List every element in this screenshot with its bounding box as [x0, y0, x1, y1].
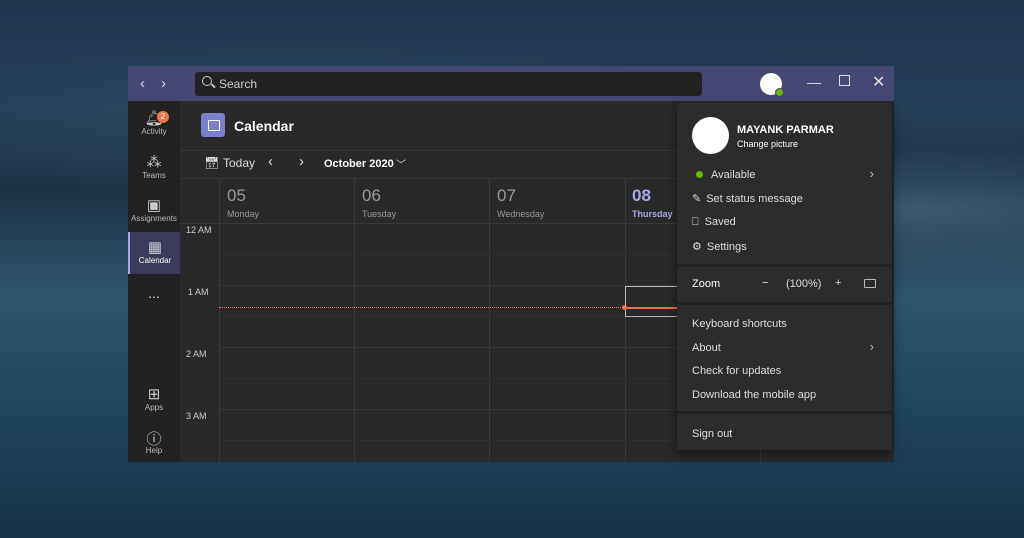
- minimize-button[interactable]: —: [807, 74, 821, 90]
- keyboard-shortcuts-item[interactable]: Keyboard shortcuts: [692, 318, 787, 330]
- zoom-out-button[interactable]: −: [762, 277, 768, 289]
- forward-button[interactable]: ›: [161, 75, 166, 92]
- column-divider: [354, 178, 355, 462]
- menu-label: Set status message: [706, 193, 803, 205]
- set-status-message-item[interactable]: ✎ Set status message: [692, 192, 803, 205]
- status-label: Available: [711, 169, 756, 181]
- divider: [677, 411, 892, 414]
- previous-week-button[interactable]: ‹: [268, 153, 273, 170]
- calendar-icon: ▦: [147, 239, 163, 256]
- sidebar-label: Apps: [144, 403, 164, 412]
- zoom-in-button[interactable]: +: [835, 277, 841, 289]
- teams-icon: ⁂: [146, 154, 162, 171]
- profile-name: MAYANK PARMAR: [737, 124, 834, 136]
- avatar[interactable]: [760, 73, 784, 97]
- day-name: Tuesday: [362, 209, 397, 219]
- profile-picture[interactable]: [692, 117, 729, 154]
- more-apps-button[interactable]: ...: [128, 285, 180, 301]
- divider: [677, 264, 892, 267]
- fullscreen-icon[interactable]: [864, 279, 876, 288]
- backpack-icon: ▣: [146, 197, 162, 214]
- sidebar-item-teams[interactable]: ⁂ Teams: [128, 153, 180, 180]
- bell-icon: 🔔︎: [144, 110, 164, 127]
- bookmark-icon: ⎕: [692, 216, 699, 228]
- chevron-right-icon: ›: [869, 166, 874, 181]
- sidebar-item-assignments[interactable]: ▣ Assignments: [128, 196, 180, 223]
- next-week-button[interactable]: ›: [299, 153, 304, 170]
- saved-item[interactable]: ⎕ Saved: [692, 216, 736, 229]
- sidebar-item-help[interactable]: ⓘ Help: [128, 428, 180, 455]
- title-bar: ‹ › Search — ✕: [128, 66, 894, 101]
- status-item[interactable]: Available: [692, 169, 755, 181]
- help-icon: ⓘ: [146, 431, 162, 448]
- zoom-label: Zoom: [692, 278, 721, 290]
- edit-icon: ✎: [692, 193, 702, 205]
- check-updates-item[interactable]: Check for updates: [692, 365, 781, 377]
- day-name: Wednesday: [497, 209, 545, 219]
- hour-label: 2 AM: [186, 349, 207, 359]
- menu-label: Settings: [706, 241, 747, 253]
- search-icon: [202, 76, 212, 86]
- divider: [677, 302, 892, 305]
- app-bar: 🔔︎ 2 Activity ⁂ Teams ▣ Assignments ▦ Calenda…: [128, 101, 180, 462]
- sidebar-item-calendar[interactable]: ▦ Calendar: [128, 232, 180, 274]
- sidebar-item-apps[interactable]: ⊞ Apps: [128, 385, 180, 412]
- maximize-button[interactable]: [839, 75, 850, 86]
- hour-label: 12 AM: [186, 225, 212, 235]
- profile-menu: MAYANK PARMAR Change picture Available ›…: [677, 103, 892, 450]
- activity-badge: 2: [157, 111, 169, 123]
- status-available-icon: [775, 88, 784, 97]
- sidebar-item-activity[interactable]: 🔔︎ 2 Activity: [128, 109, 180, 136]
- status-dot-icon: [696, 171, 703, 178]
- page-title: Calendar: [234, 118, 294, 134]
- day-number: 07: [497, 186, 516, 205]
- download-mobile-app-item[interactable]: Download the mobile app: [692, 389, 816, 401]
- month-picker[interactable]: October 2020: [324, 158, 394, 170]
- day-number: 06: [362, 186, 381, 205]
- today-button[interactable]: Today: [223, 156, 255, 170]
- current-time-line: [219, 307, 625, 308]
- calendar-app-icon: [201, 113, 225, 137]
- sign-out-item[interactable]: Sign out: [692, 428, 732, 440]
- today-icon: 📅︎: [204, 156, 220, 170]
- chevron-right-icon: ›: [869, 339, 874, 354]
- column-divider: [489, 178, 490, 462]
- sidebar-label: Assignments: [131, 214, 177, 223]
- sidebar-label: Calendar: [138, 256, 172, 265]
- change-picture-link[interactable]: Change picture: [737, 139, 798, 149]
- day-name: Monday: [227, 209, 260, 219]
- back-button[interactable]: ‹: [140, 75, 145, 92]
- menu-label: Saved: [704, 216, 736, 228]
- column-divider: [219, 178, 220, 462]
- gear-icon: ⚙: [692, 241, 702, 253]
- day-number: 08: [632, 186, 651, 205]
- settings-item[interactable]: ⚙ Settings: [692, 240, 747, 253]
- column-divider: [625, 178, 626, 462]
- search-placeholder: Search: [219, 77, 258, 91]
- day-number: 05: [227, 186, 246, 205]
- hour-label: 3 AM: [186, 411, 207, 421]
- chevron-down-icon[interactable]: ﹀: [396, 156, 406, 171]
- zoom-value: (100%): [786, 278, 822, 290]
- search-input[interactable]: Search: [195, 72, 702, 96]
- sidebar-label: Help: [145, 446, 163, 455]
- day-name: Thursday: [632, 209, 673, 219]
- hour-label: 1 AM: [188, 287, 209, 297]
- sidebar-label: Teams: [142, 171, 166, 180]
- apps-icon: ⊞: [147, 386, 161, 403]
- close-button[interactable]: ✕: [872, 72, 885, 92]
- sidebar-label: Activity: [141, 127, 167, 136]
- about-item[interactable]: About: [692, 342, 721, 354]
